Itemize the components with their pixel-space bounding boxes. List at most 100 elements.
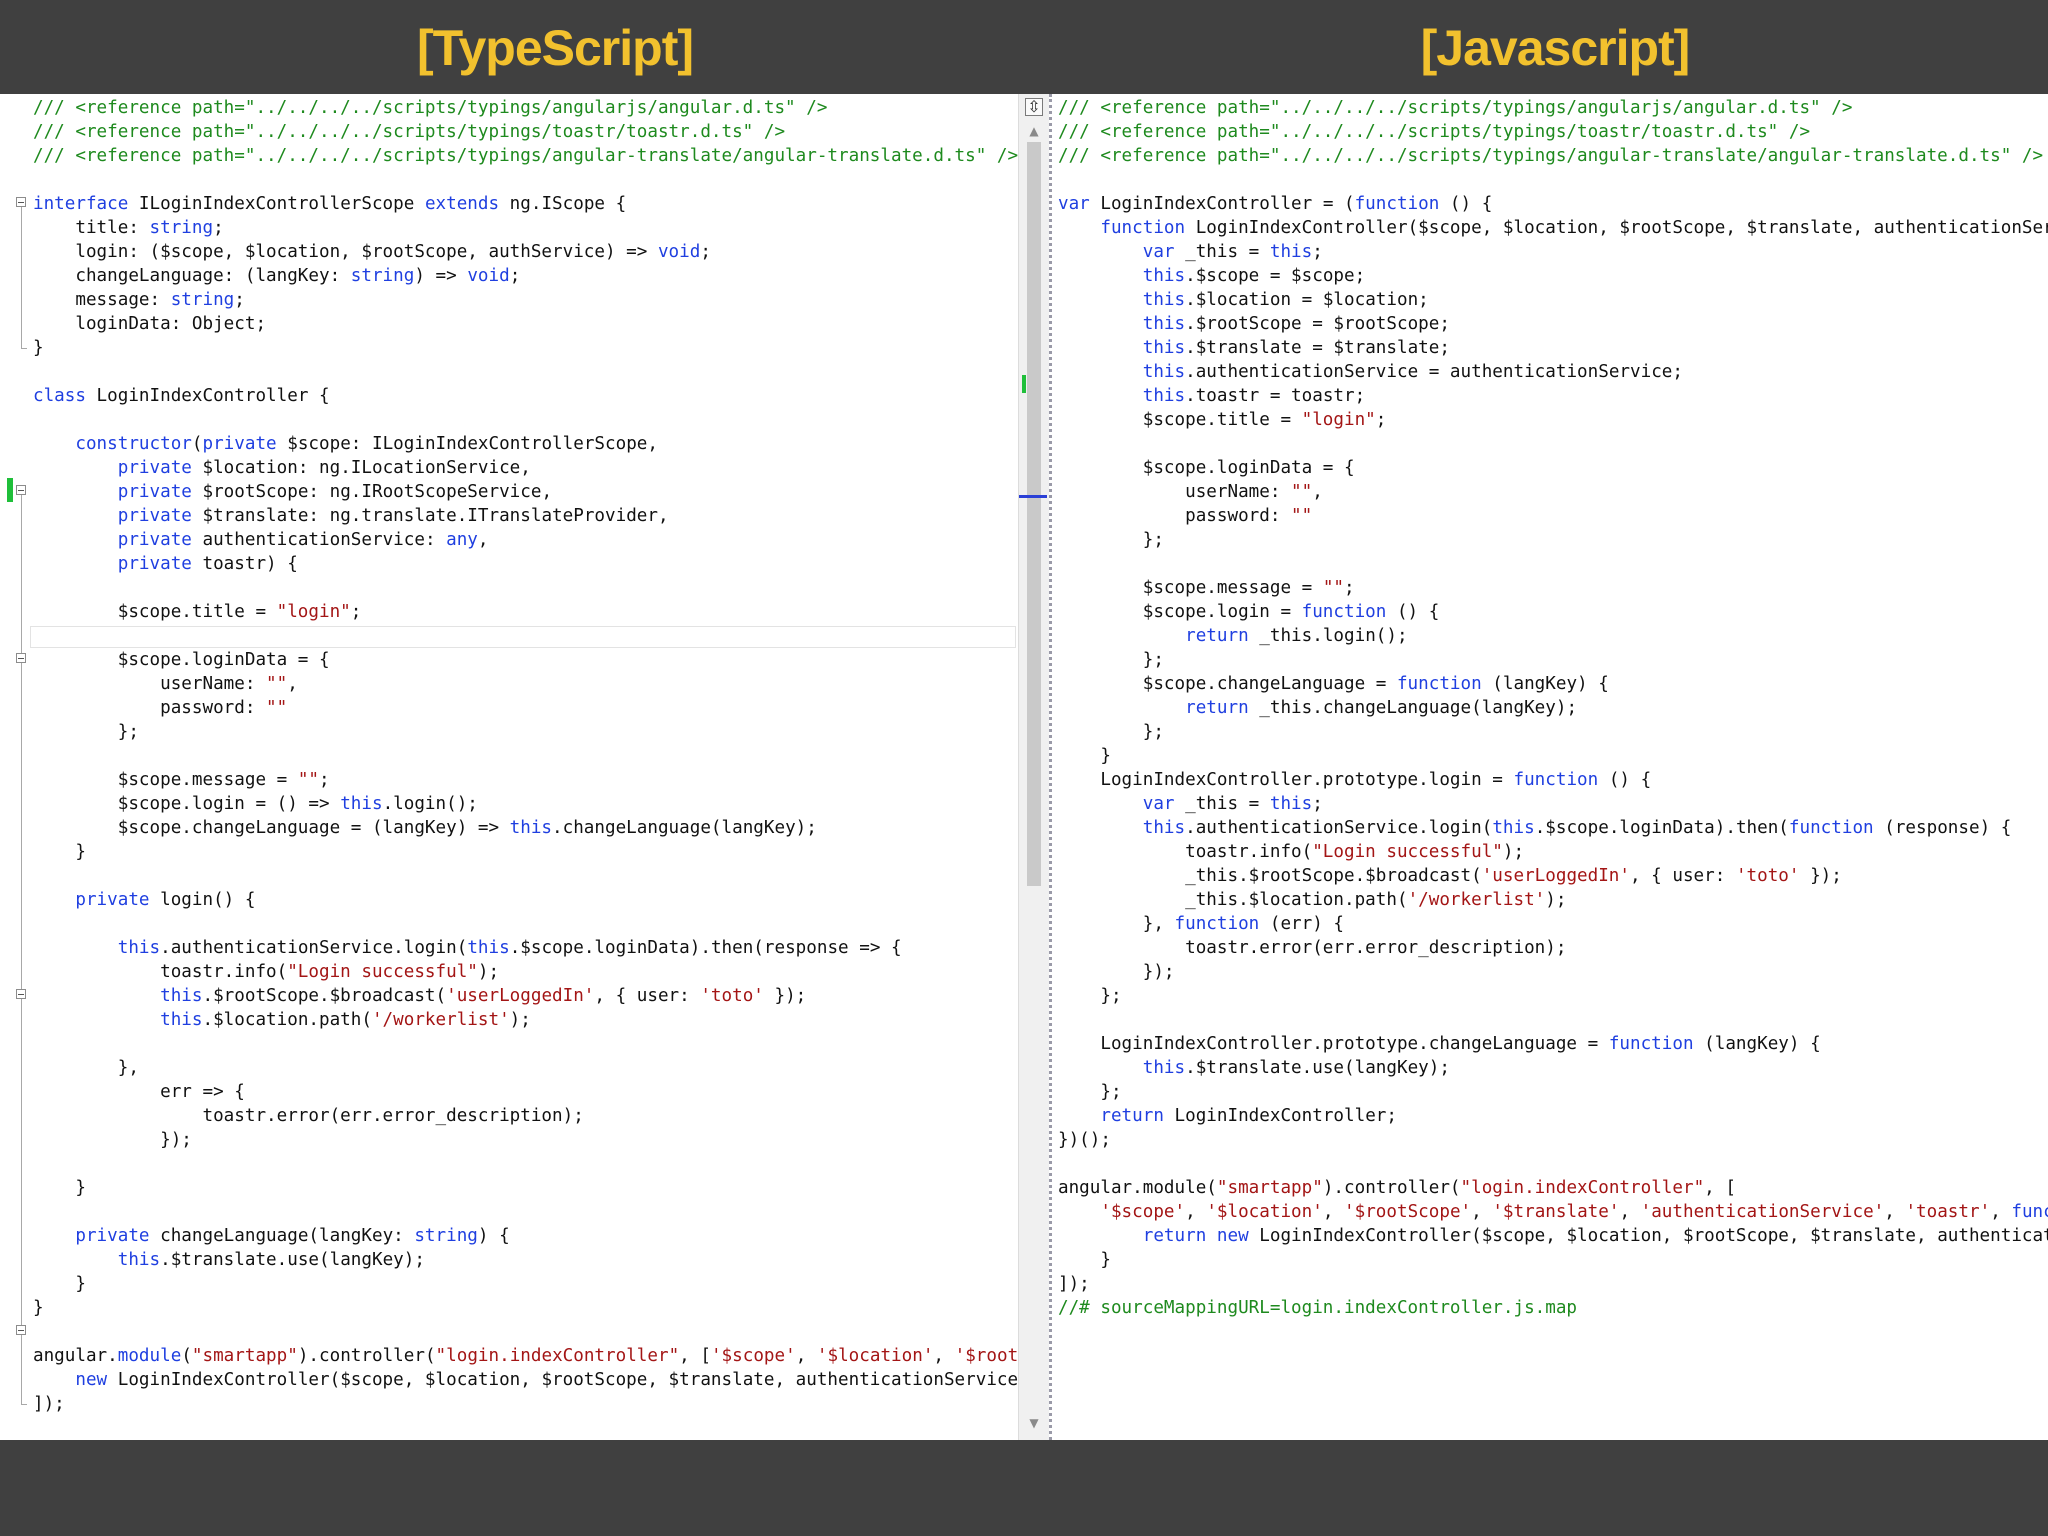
code-token: , xyxy=(933,1346,955,1366)
code-token: "" xyxy=(266,674,288,694)
code-token: (err) { xyxy=(1259,914,1345,934)
vertical-scrollbar[interactable]: ⇳ ▲ ▼ xyxy=(1018,94,1049,1440)
code-line: }, xyxy=(0,1056,1018,1080)
code-line-text: this.$scope = $scope; xyxy=(1058,264,1365,288)
code-token: string xyxy=(350,266,415,286)
code-line-text: class LoginIndexController { xyxy=(33,384,330,408)
code-token: void xyxy=(467,266,510,286)
code-token: .$translate = $translate; xyxy=(1185,338,1450,358)
code-token: .$scope.loginData).then(response => { xyxy=(509,938,902,958)
code-line: $scope.loginData = { xyxy=(1052,456,2048,480)
code-line: ]); xyxy=(0,1392,1018,1416)
code-token: $scope: ILoginIndexControllerScope, xyxy=(276,434,658,454)
code-line: /// <reference path="../../../../scripts… xyxy=(0,96,1018,120)
code-token: '$scope' xyxy=(1100,1202,1186,1222)
javascript-editor-pane[interactable]: /// <reference path="../../../../scripts… xyxy=(1049,94,2048,1440)
code-line: return _this.login(); xyxy=(1052,624,2048,648)
scroll-up-icon[interactable]: ▲ xyxy=(1019,124,1049,138)
split-icon[interactable]: ⇳ xyxy=(1025,98,1043,116)
code-line: toastr.error(err.error_description); xyxy=(0,1104,1018,1128)
code-token: /// <reference path="../../../../scripts… xyxy=(33,146,1018,166)
code-line: } xyxy=(0,1176,1018,1200)
code-line-text: angular.module("smartapp").controller("l… xyxy=(1058,1176,1736,1200)
code-token: class xyxy=(33,386,86,406)
code-line-text: return LoginIndexController; xyxy=(1058,1104,1397,1128)
code-token: 'toto' xyxy=(700,986,764,1006)
code-line: _this.$location.path('/workerlist'); xyxy=(1052,888,2048,912)
code-line: } xyxy=(0,1272,1018,1296)
code-line-text: this.authenticationService.login(this.$s… xyxy=(1058,816,2012,840)
code-token: this xyxy=(1142,362,1186,382)
code-line-text: this.$location.path('/workerlist'); xyxy=(33,1008,531,1032)
code-token: this xyxy=(467,938,510,958)
code-token: new xyxy=(75,1370,108,1390)
code-line-text: var LoginIndexController = (function () … xyxy=(1058,192,1492,216)
code-line: //# sourceMappingURL=login.indexControll… xyxy=(1052,1296,2048,1320)
code-token: function xyxy=(1174,914,1260,934)
code-token: , xyxy=(1312,482,1323,502)
code-token: ( xyxy=(191,434,203,454)
code-token: }; xyxy=(33,722,139,742)
code-token: .$scope = $scope; xyxy=(1185,266,1366,286)
code-token: , [ xyxy=(1704,1178,1736,1198)
code-token: "smartapp" xyxy=(191,1346,298,1366)
code-token: ; xyxy=(509,266,521,286)
code-line-text: } xyxy=(1058,1248,1111,1272)
code-line-text: }); xyxy=(1058,960,1175,984)
code-token: func xyxy=(2011,1202,2048,1222)
code-line-text: title: string; xyxy=(33,216,223,240)
code-token: message: xyxy=(33,290,171,310)
code-line: userName: "", xyxy=(1052,480,2048,504)
code-token: (response) { xyxy=(1873,818,2012,838)
code-line-text: ]); xyxy=(33,1392,65,1416)
code-token: _this.$location.path( xyxy=(1058,890,1408,910)
code-line: } xyxy=(1052,744,2048,768)
code-line-text: this.$translate.use(langKey); xyxy=(33,1248,425,1272)
typescript-editor-pane[interactable]: /// <reference path="../../../../scripts… xyxy=(0,94,1018,1440)
code-token: .$location = $location; xyxy=(1185,290,1429,310)
code-line-text: } xyxy=(33,336,44,360)
code-token: LoginIndexController.prototype.changeLan… xyxy=(1058,1034,1609,1054)
code-line: } xyxy=(0,336,1018,360)
code-line-text: this.toastr = toastr; xyxy=(1058,384,1365,408)
code-token: ).controller( xyxy=(297,1346,436,1366)
code-token: , xyxy=(1185,1202,1207,1222)
scroll-thumb[interactable] xyxy=(1027,142,1041,886)
code-token: .authenticationService.login( xyxy=(1185,818,1493,838)
code-token: toastr.info( xyxy=(1058,842,1313,862)
code-line: ]); xyxy=(1052,1272,2048,1296)
code-token: LoginIndexController = ( xyxy=(1089,194,1355,214)
scroll-down-icon[interactable]: ▼ xyxy=(1019,1416,1049,1430)
code-token: }; xyxy=(1058,1082,1122,1102)
code-line: LoginIndexController.prototype.changeLan… xyxy=(1052,1032,2048,1056)
code-line-text: /// <reference path="../../../../scripts… xyxy=(1058,144,2043,168)
code-token: this xyxy=(160,986,203,1006)
code-token: ); xyxy=(1545,890,1567,910)
code-line: this.$translate = $translate; xyxy=(1052,336,2048,360)
code-line-text: LoginIndexController.prototype.login = f… xyxy=(1058,768,1651,792)
code-token: "" xyxy=(297,770,319,790)
code-token: private xyxy=(117,506,192,526)
code-token: .authenticationService = authenticationS… xyxy=(1185,362,1683,382)
code-token: ); xyxy=(1502,842,1525,862)
code-line: return new LoginIndexController($scope, … xyxy=(1052,1224,2048,1248)
code-line: login: ($scope, $location, $rootScope, a… xyxy=(0,240,1018,264)
code-token: "" xyxy=(266,698,288,718)
code-token: () { xyxy=(1598,770,1652,790)
code-token: 'toto' xyxy=(1735,866,1800,886)
code-line: $scope.title = "login"; xyxy=(1052,408,2048,432)
code-line-text: $scope.message = ""; xyxy=(1058,576,1355,600)
code-token: any xyxy=(446,530,478,550)
